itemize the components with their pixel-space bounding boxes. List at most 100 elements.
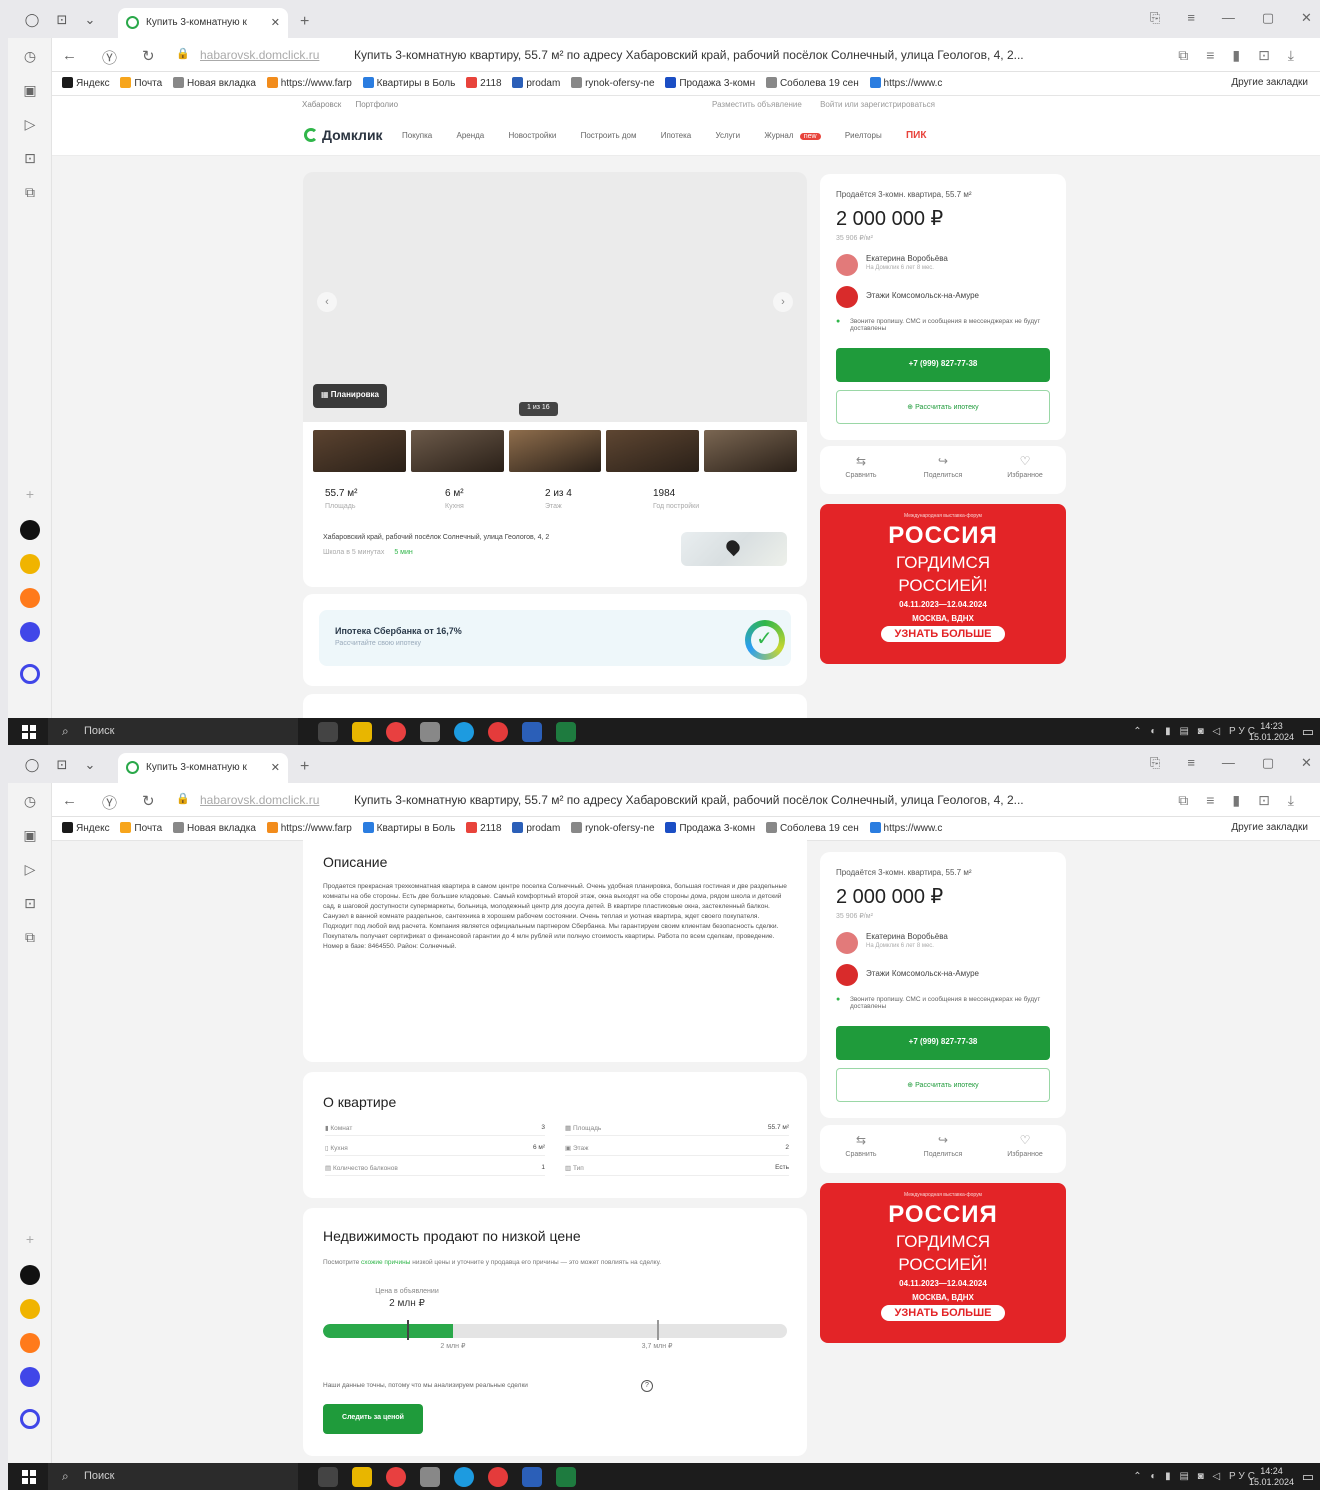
- app-icon[interactable]: [20, 622, 40, 642]
- site-logo[interactable]: Домклик: [304, 127, 383, 143]
- reload-icon[interactable]: ↻: [142, 47, 155, 65]
- other-bookmarks[interactable]: Другие закладки: [1231, 822, 1308, 833]
- photo-gallery[interactable]: ‹ › ▦ Планировка 1 из 16: [303, 172, 807, 422]
- windows-start-icon[interactable]: [22, 1470, 36, 1484]
- app-icon[interactable]: [20, 1265, 40, 1285]
- prev-photo-icon[interactable]: ‹: [317, 292, 337, 312]
- bookmark-item[interactable]: 2118: [466, 77, 502, 89]
- system-tray[interactable]: ⌃ ◐ ▮ ▤ ◙ ◁ РУС: [1133, 1471, 1258, 1482]
- bookmark-item[interactable]: https://www.farp: [266, 822, 352, 834]
- app-icon[interactable]: [420, 1467, 440, 1487]
- bookmark-item[interactable]: https://www.c: [869, 822, 942, 834]
- excel-icon[interactable]: [556, 722, 576, 742]
- minimize-icon[interactable]: —: [1222, 755, 1235, 775]
- menu-icon[interactable]: ≡: [1187, 755, 1195, 775]
- ad-banner[interactable]: Международная выставка-форум РОССИЯ ГОРД…: [820, 1183, 1066, 1343]
- bookmark-item[interactable]: Продажа 3-комн: [665, 77, 755, 89]
- app-icon[interactable]: [20, 520, 40, 540]
- portfolio-link[interactable]: Портфолио: [355, 100, 398, 109]
- taskbar-search[interactable]: ⌕ Поиск: [48, 1463, 298, 1490]
- ad-more-button[interactable]: УЗНАТЬ БОЛЬШЕ: [880, 1305, 1006, 1321]
- explorer-icon[interactable]: [352, 1467, 372, 1487]
- bookmark-window-icon[interactable]: ⎘: [1150, 10, 1160, 30]
- task-view-icon[interactable]: [318, 722, 338, 742]
- back-icon[interactable]: ←: [62, 792, 77, 809]
- bookmark-item[interactable]: Соболева 19 сен: [765, 822, 859, 834]
- bookmark-item[interactable]: Продажа 3-комн: [665, 822, 755, 834]
- bookmark-item[interactable]: rynok-ofersy-ne: [571, 822, 655, 834]
- bookmark-item[interactable]: https://www.farp: [266, 77, 352, 89]
- floor-plan-button[interactable]: ▦ Планировка: [313, 384, 387, 408]
- agent-avatar[interactable]: [836, 254, 858, 276]
- close-window-icon[interactable]: ✕: [1301, 10, 1312, 30]
- add-icon[interactable]: +: [21, 1231, 39, 1249]
- new-tab-button[interactable]: +: [300, 13, 309, 31]
- close-tab-icon[interactable]: ✕: [271, 16, 280, 29]
- collections-icon[interactable]: ▣: [21, 827, 39, 845]
- browser-tab[interactable]: Купить 3-комнатную к ✕: [118, 8, 288, 38]
- url-page-title[interactable]: Купить 3-комнатную квартиру, 55.7 м² по …: [354, 48, 1134, 62]
- pik-link[interactable]: ПИК: [906, 130, 926, 141]
- ad-banner[interactable]: Международная выставка-форум РОССИЯ ГОРД…: [820, 504, 1066, 664]
- bookmark-item[interactable]: Почта: [120, 822, 162, 834]
- task-view-icon[interactable]: [318, 1467, 338, 1487]
- download-icon[interactable]: ⊡: [21, 150, 39, 168]
- agent-avatar[interactable]: [836, 932, 858, 954]
- agency-name[interactable]: Этажи Комсомольск-на-Амуре: [866, 291, 979, 300]
- nav-journal[interactable]: Журнал: [764, 131, 793, 140]
- agency-logo[interactable]: [836, 286, 858, 308]
- windows-start-icon[interactable]: [22, 725, 36, 739]
- notification-icon[interactable]: ▭: [1302, 724, 1314, 740]
- taskbar-search[interactable]: ⌕ Поиск: [48, 718, 298, 745]
- photo-thumbnail[interactable]: [704, 430, 797, 472]
- word-icon[interactable]: [522, 722, 542, 742]
- bookmark-item[interactable]: Яндекс: [62, 822, 110, 834]
- yandex-icon[interactable]: [488, 1467, 508, 1487]
- close-window-icon[interactable]: ✕: [1301, 755, 1312, 775]
- app-icon[interactable]: [20, 1333, 40, 1353]
- address-text[interactable]: Хабаровский край, рабочий посёлок Солнеч…: [323, 534, 549, 541]
- add-icon[interactable]: +: [21, 486, 39, 504]
- tabs-icon[interactable]: ⊡: [52, 757, 72, 773]
- excel-icon[interactable]: [556, 1467, 576, 1487]
- photo-thumbnail[interactable]: [313, 430, 406, 472]
- agent-name[interactable]: Екатерина Воробьёва На Домклик 6 лет 8 ме…: [866, 932, 948, 949]
- ad-more-button[interactable]: УЗНАТЬ БОЛЬШЕ: [880, 626, 1006, 642]
- explorer-icon[interactable]: [352, 722, 372, 742]
- minimize-icon[interactable]: —: [1222, 10, 1235, 30]
- watch-price-button[interactable]: Следить за ценой: [323, 1404, 423, 1434]
- app-icon[interactable]: [20, 554, 40, 574]
- notification-icon[interactable]: ▭: [1302, 1469, 1314, 1485]
- maximize-icon[interactable]: ▢: [1262, 755, 1274, 775]
- bookmark-item[interactable]: https://www.c: [869, 77, 942, 89]
- city-link[interactable]: Хабаровск: [302, 100, 341, 109]
- nav-build[interactable]: Построить дом: [581, 131, 637, 140]
- agent-name[interactable]: Екатерина Воробьёва На Домклик 6 лет 8 ме…: [866, 254, 948, 271]
- login-link[interactable]: Войти или зарегистрироваться: [820, 100, 935, 109]
- bookmark-item[interactable]: Новая вкладка: [172, 77, 256, 89]
- screenshot-icon[interactable]: ⧉: [21, 929, 39, 947]
- similar-reasons-link[interactable]: схожие причины: [361, 1259, 410, 1266]
- app-icon[interactable]: [20, 588, 40, 608]
- chevron-down-icon[interactable]: ⌄: [80, 757, 100, 773]
- bookmark-item[interactable]: Соболева 19 сен: [765, 77, 859, 89]
- profile-icon[interactable]: ◯: [22, 12, 42, 28]
- reload-icon[interactable]: ↻: [142, 792, 155, 810]
- mortgage-banner[interactable]: Ипотека Сбербанка от 16,7% Рассчитайте с…: [319, 610, 791, 666]
- favorite-button[interactable]: ♡ Избранное: [984, 1125, 1066, 1173]
- bookmark-item[interactable]: Яндекс: [62, 77, 110, 89]
- compare-button[interactable]: ⇆ Сравнить: [820, 446, 902, 494]
- yandex-icon[interactable]: Ⓨ: [102, 792, 117, 813]
- other-bookmarks[interactable]: Другие закладки: [1231, 77, 1308, 88]
- new-tab-button[interactable]: +: [300, 758, 309, 776]
- profile-icon[interactable]: ◯: [22, 757, 42, 773]
- nav-services[interactable]: Услуги: [715, 131, 740, 140]
- history-icon[interactable]: ◷: [21, 793, 39, 811]
- collections-icon[interactable]: ▣: [21, 82, 39, 100]
- app-icon[interactable]: [20, 1367, 40, 1387]
- next-photo-icon[interactable]: ›: [773, 292, 793, 312]
- yandex-browser-icon[interactable]: [386, 1467, 406, 1487]
- edge-icon[interactable]: [454, 1467, 474, 1487]
- bookmark-item[interactable]: 2118: [466, 822, 502, 834]
- chevron-down-icon[interactable]: ⌄: [80, 12, 100, 28]
